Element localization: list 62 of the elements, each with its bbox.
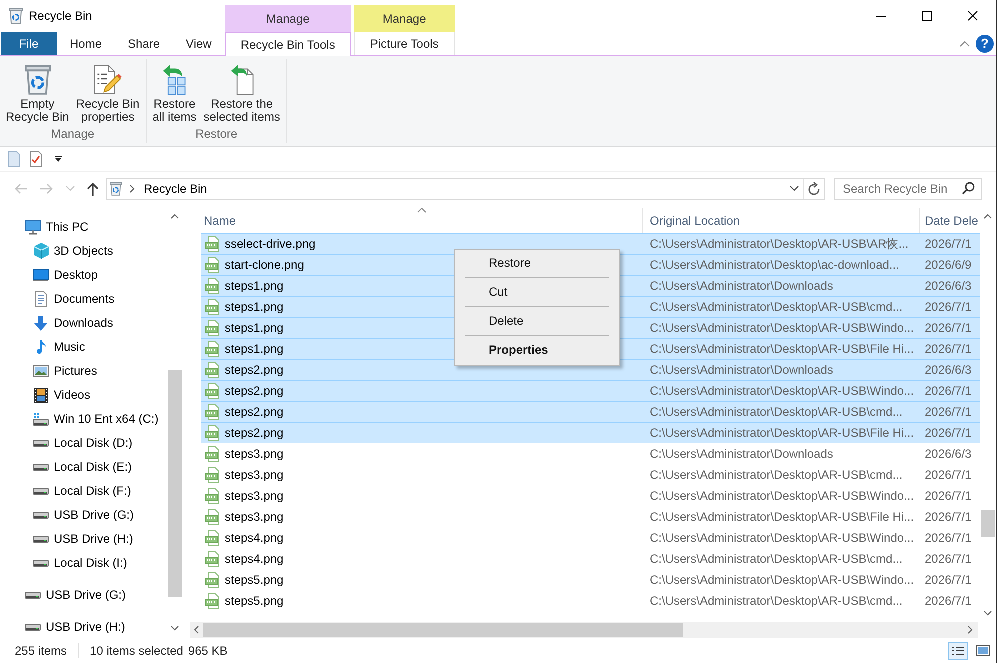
date-cell-text: 2026/7/1 — [924, 425, 973, 442]
file-name: steps4.png — [225, 551, 284, 568]
date-cell-text: 2026/6/9 — [924, 257, 973, 274]
date-cell-text: 2026/7/1 — [924, 383, 973, 400]
date-cell-text: 2026/7/1 — [924, 320, 973, 337]
date-cell-text: 2026/7/1 — [924, 236, 973, 253]
location-cell-text: C:\Users\Administrator\Desktop\AR-USB\Windo... — [649, 320, 916, 337]
group-label: Manage — [51, 127, 95, 143]
date-cell-text: 2026/7/1 — [924, 341, 973, 358]
location-cell-text: C:\Users\Administrator\Desktop\AR-USB\cmd... — [649, 404, 904, 421]
location-cell-text: C:\Users\Administrator\Desktop\AR-USB\cmd... — [649, 299, 904, 316]
item-count: 255 items — [15, 642, 68, 660]
location-cell-text: C:\Users\Administrator\Desktop\AR-USB\Windo... — [649, 383, 916, 400]
file-name: steps3.png — [225, 467, 284, 484]
location-cell-text: C:\Users\Administrator\Downloads — [649, 362, 834, 379]
selection-size: 965 KB — [188, 642, 228, 660]
date-cell-text: 2026/7/1 — [924, 299, 973, 316]
location-cell-text: C:\Users\Administrator\Downloads — [649, 278, 834, 295]
location-cell-text: C:\Users\Administrator\Desktop\AR-USB\cmd... — [649, 551, 904, 568]
date-cell-text: 2026/7/1 — [924, 593, 973, 610]
file-name: steps3.png — [225, 488, 284, 505]
file-name: steps3.png — [225, 509, 284, 526]
file-name: steps1.png — [225, 299, 284, 316]
date-cell-text: 2026/7/1 — [924, 488, 973, 505]
selection-count: 10 items selected — [90, 642, 184, 660]
file-name: steps1.png — [225, 278, 284, 295]
date-cell-text: 2026/7/1 — [924, 530, 973, 547]
location-cell-text: C:\Users\Administrator\Desktop\AR-USB\AR恢... — [649, 236, 910, 253]
location-cell-text: C:\Users\Administrator\Downloads — [649, 446, 834, 463]
location-cell-text: C:\Users\Administrator\Desktop\AR-USB\Windo... — [649, 572, 916, 589]
location-cell-text: C:\Users\Administrator\Desktop\AR-USB\cmd... — [649, 467, 904, 484]
date-cell-text: 2026/7/1 — [924, 467, 973, 484]
file-name: steps1.png — [225, 320, 284, 337]
location-cell-text: C:\Users\Administrator\Desktop\ac-download... — [649, 257, 900, 274]
file-name: sselect-drive.png — [225, 236, 316, 253]
location-cell-text: C:\Users\Administrator\Desktop\AR-USB\File Hi... — [649, 425, 916, 442]
location-cell-text: C:\Users\Administrator\Desktop\AR-USB\Windo... — [649, 488, 916, 505]
date-cell-text: 2026/6/3 — [924, 446, 973, 463]
date-cell-text: 2026/7/1 — [924, 404, 973, 421]
file-name: steps5.png — [225, 593, 284, 610]
date-cell-text: 2026/7/1 — [924, 572, 973, 589]
date-cell-text: 2026/6/3 — [924, 278, 973, 295]
file-name: steps2.png — [225, 425, 284, 442]
location-cell-text: C:\Users\Administrator\Desktop\AR-USB\Windo... — [649, 530, 916, 547]
file-name: steps5.png — [225, 572, 284, 589]
file-name: steps3.png — [225, 446, 284, 463]
date-cell-text: 2026/6/3 — [924, 362, 973, 379]
window-title: Recycle Bin — [29, 8, 92, 25]
file-name: steps2.png — [225, 383, 284, 400]
contextual-tab-header: Manage — [224, 5, 352, 32]
location-cell-text: C:\Users\Administrator\Desktop\AR-USB\File Hi... — [649, 341, 916, 358]
contextual-tab-header: Manage — [354, 5, 455, 32]
file-name: steps2.png — [225, 362, 284, 379]
date-cell-text: 2026/7/1 — [924, 509, 973, 526]
file-name: start-clone.png — [225, 257, 304, 274]
file-name: steps1.png — [225, 341, 284, 358]
file-name: steps2.png — [225, 404, 284, 421]
group-label: Restore — [196, 127, 238, 143]
date-cell-text: 2026/7/1 — [924, 551, 973, 568]
file-name: steps4.png — [225, 530, 284, 547]
location-cell-text: C:\Users\Administrator\Desktop\AR-USB\File Hi... — [649, 509, 916, 526]
location-cell-text: C:\Users\Administrator\Desktop\AR-USB\cmd... — [649, 593, 904, 610]
